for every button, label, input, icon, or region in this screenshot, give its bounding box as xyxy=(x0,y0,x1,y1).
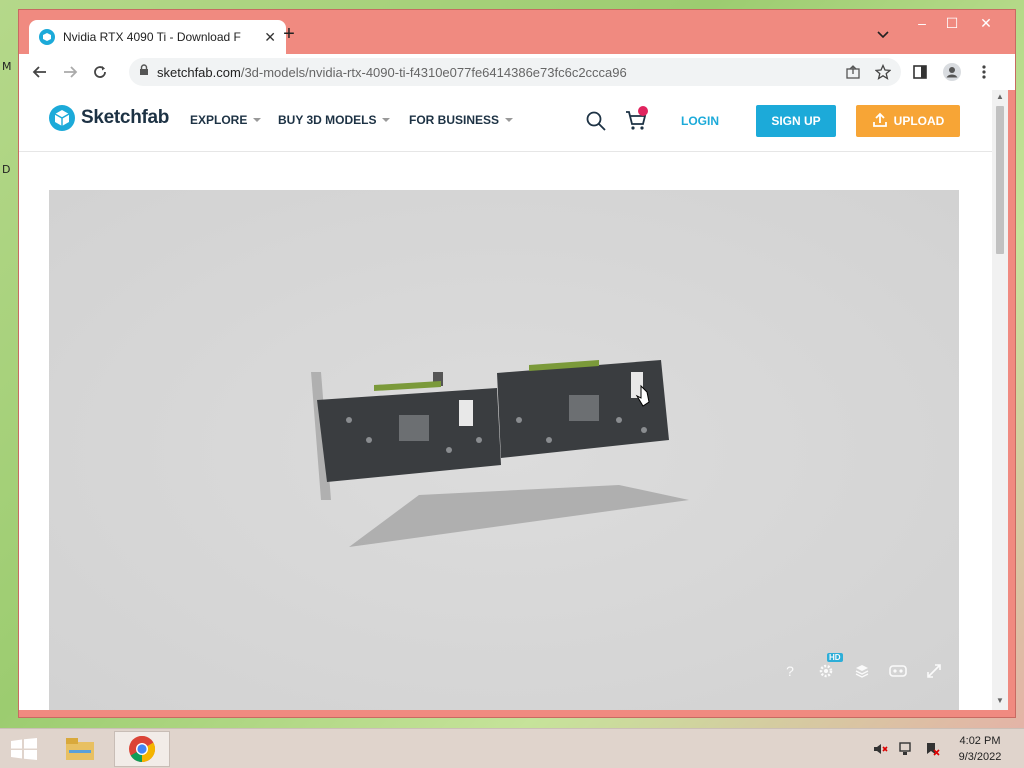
share-icon[interactable] xyxy=(845,64,861,85)
taskbar-clock[interactable]: 4:02 PM 9/3/2022 xyxy=(940,733,1020,765)
nav-explore-label: EXPLORE xyxy=(190,113,248,127)
caret-down-icon xyxy=(382,118,391,122)
nav-buy-3d-models[interactable]: BUY 3D MODELS xyxy=(278,113,391,127)
bookmark-star-icon[interactable] xyxy=(874,63,892,85)
nav-business-label: FOR BUSINESS xyxy=(409,113,500,127)
page-viewport: Sketchfab EXPLORE BUY 3D MODELS FOR BUSI… xyxy=(19,90,992,710)
back-arrow-icon[interactable] xyxy=(25,57,55,87)
tab-search-chevron-down-icon[interactable] xyxy=(877,28,889,42)
url-path: /3d-models/nvidia-rtx-4090-ti-f4310e077f… xyxy=(240,64,627,80)
action-center-icon[interactable] xyxy=(924,741,940,760)
volume-muted-icon[interactable] xyxy=(872,741,888,760)
sketchfab-logo[interactable]: Sketchfab xyxy=(49,105,169,131)
maximize-button[interactable]: ☐ xyxy=(937,12,967,34)
url-text: sketchfab.com/3d-models/nvidia-rtx-4090-… xyxy=(157,65,627,80)
nav-buy-label: BUY 3D MODELS xyxy=(278,113,377,127)
model-shadow xyxy=(349,485,689,547)
page-scrollbar[interactable]: ▲ ▼ xyxy=(992,90,1008,710)
nav-for-business[interactable]: FOR BUSINESS xyxy=(409,113,514,127)
cart-icon[interactable] xyxy=(624,106,648,132)
signup-button[interactable]: SIGN UP xyxy=(756,105,836,137)
3d-model-render xyxy=(311,360,689,547)
scroll-up-arrow-icon[interactable]: ▲ xyxy=(996,92,1004,101)
site-header: Sketchfab EXPLORE BUY 3D MODELS FOR BUSI… xyxy=(19,90,992,152)
lock-icon xyxy=(139,63,149,81)
browser-tab[interactable]: Nvidia RTX 4090 Ti - Download F ✕ xyxy=(29,20,286,54)
sketchfab-logo-icon xyxy=(49,105,75,131)
file-explorer-icon[interactable] xyxy=(52,731,108,767)
tab-title: Nvidia RTX 4090 Ti - Download F xyxy=(63,30,241,44)
hd-badge: HD xyxy=(827,653,843,662)
forward-arrow-icon[interactable] xyxy=(55,57,85,87)
desktop-icon-label: M xyxy=(2,60,12,73)
viewer-controls: ? HD xyxy=(779,653,945,682)
browser-toolbar: sketchfab.com/3d-models/nvidia-rtx-4090-… xyxy=(19,54,1015,90)
caret-down-icon xyxy=(253,118,262,122)
sketchfab-favicon-icon xyxy=(39,29,55,45)
address-bar[interactable]: sketchfab.com/3d-models/nvidia-rtx-4090-… xyxy=(129,58,901,86)
settings-gear-icon[interactable]: HD xyxy=(815,653,843,682)
layers-icon[interactable] xyxy=(851,660,873,682)
minimize-button[interactable]: – xyxy=(907,12,937,34)
browser-window: Nvidia RTX 4090 Ti - Download F ✕ + – ☐ … xyxy=(18,9,1016,718)
side-panel-icon[interactable] xyxy=(905,57,935,87)
scroll-down-arrow-icon[interactable]: ▼ xyxy=(996,696,1004,705)
reload-icon[interactable] xyxy=(85,57,115,87)
graphics-card-model xyxy=(311,360,669,500)
chrome-taskbar-icon[interactable] xyxy=(114,731,170,767)
clock-date: 9/3/2022 xyxy=(958,751,1002,763)
desktop-icon-label: D xyxy=(2,163,11,176)
login-link[interactable]: LOGIN xyxy=(681,114,719,128)
system-tray xyxy=(872,741,940,760)
upload-label: UPLOAD xyxy=(893,114,945,128)
new-tab-button[interactable]: + xyxy=(279,24,299,44)
tab-close-icon[interactable]: ✕ xyxy=(264,29,276,46)
more-menu-icon[interactable] xyxy=(969,57,999,87)
title-bar: Nvidia RTX 4090 Ti - Download F ✕ + – ☐ … xyxy=(19,10,1015,54)
taskbar: 4:02 PM 9/3/2022 xyxy=(0,728,1024,768)
fullscreen-icon[interactable] xyxy=(923,660,945,682)
profile-avatar-icon[interactable] xyxy=(937,57,967,87)
scroll-thumb[interactable] xyxy=(996,106,1004,254)
url-domain: sketchfab.com xyxy=(157,64,241,80)
logo-text: Sketchfab xyxy=(81,107,170,128)
clock-time: 4:02 PM xyxy=(959,735,1001,747)
model-viewer[interactable]: ? HD xyxy=(49,190,959,710)
cart-badge xyxy=(638,106,648,116)
network-icon[interactable] xyxy=(898,741,914,760)
upload-icon xyxy=(872,112,888,131)
vr-headset-icon[interactable] xyxy=(887,660,909,682)
search-icon[interactable] xyxy=(585,110,607,132)
help-icon[interactable]: ? xyxy=(779,660,801,682)
caret-down-icon xyxy=(505,118,514,122)
windows-start-icon[interactable] xyxy=(10,738,38,760)
upload-button[interactable]: UPLOAD xyxy=(856,105,960,137)
nav-explore[interactable]: EXPLORE xyxy=(190,113,262,127)
close-window-button[interactable]: ✕ xyxy=(971,12,1001,34)
